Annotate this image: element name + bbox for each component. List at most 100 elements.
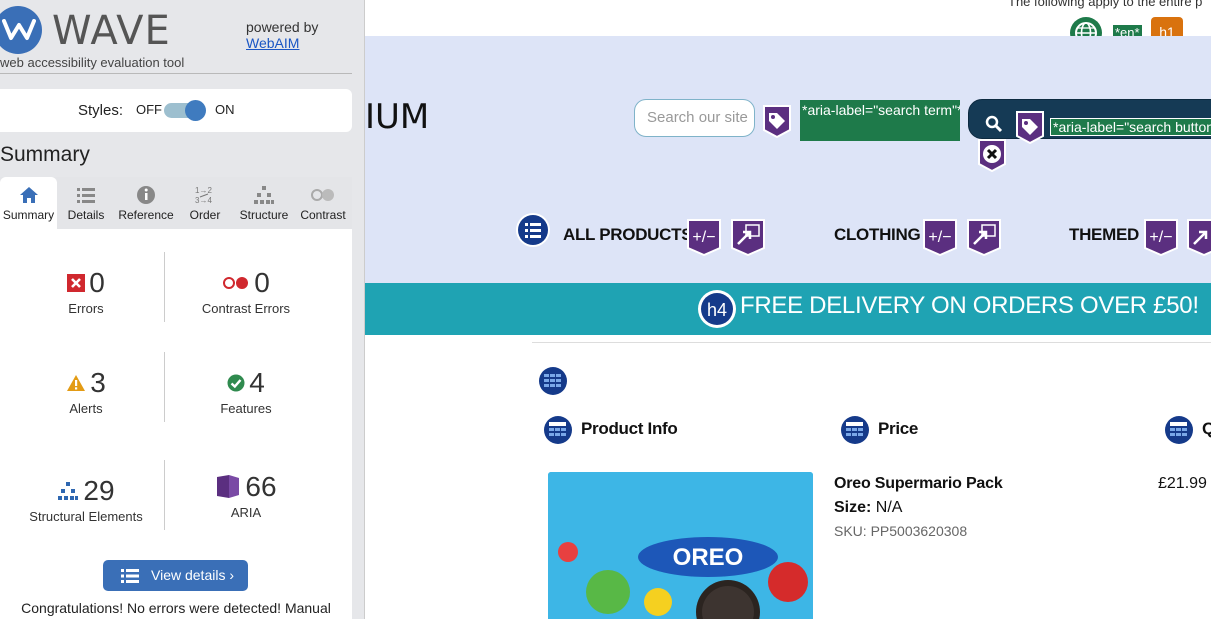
wave-title: WAVE bbox=[52, 8, 171, 54]
errors-label: Errors bbox=[68, 301, 104, 316]
aria-label: ARIA bbox=[230, 505, 262, 520]
aria-expanded-icon[interactable]: +/− bbox=[686, 218, 722, 261]
structural-count: 29 bbox=[83, 475, 115, 506]
tab-summary[interactable]: Summary bbox=[0, 177, 57, 229]
list-structure-icon[interactable] bbox=[514, 211, 552, 254]
product-size-value: N/A bbox=[875, 499, 903, 516]
tab-label: Details bbox=[67, 208, 105, 222]
stat-aria[interactable]: 66 ARIA bbox=[166, 471, 326, 520]
tab-reference[interactable]: Reference bbox=[114, 177, 178, 229]
styles-label: Styles: bbox=[78, 102, 124, 119]
tab-contrast[interactable]: Contrast bbox=[294, 177, 352, 229]
styles-on-label: ON bbox=[215, 102, 235, 117]
aria-icon bbox=[217, 475, 240, 498]
styles-toggle-knob[interactable] bbox=[185, 100, 206, 121]
search-input[interactable]: Search our site bbox=[634, 99, 755, 137]
product-image[interactable]: OREO bbox=[548, 472, 813, 619]
tab-label: Reference bbox=[118, 208, 174, 222]
svg-text:3→4: 3→4 bbox=[195, 196, 212, 205]
oreo-logo-text: OREO bbox=[673, 544, 744, 571]
stat-structural-elements[interactable]: 29 Structural Elements bbox=[6, 475, 166, 524]
aria-popup-icon[interactable] bbox=[730, 218, 766, 261]
svg-text:1→2: 1→2 bbox=[195, 186, 212, 195]
styles-off-label: OFF bbox=[136, 102, 162, 117]
site-logo[interactable]: IUM bbox=[365, 97, 429, 137]
delivery-text: FREE DELIVERY ON ORDERS OVER £50! bbox=[740, 292, 1199, 319]
svg-text:+/−: +/− bbox=[1149, 229, 1172, 246]
powered-by: powered by WebAIM bbox=[246, 19, 318, 51]
feature-check-icon bbox=[227, 374, 245, 392]
table-header-icon[interactable] bbox=[1162, 413, 1196, 452]
congrats-message: Congratulations! No errors were detected… bbox=[21, 600, 331, 616]
aria-label-search-button: *aria-label="search button"* bbox=[1050, 118, 1211, 136]
stat-alerts[interactable]: 3 Alerts bbox=[6, 367, 166, 416]
column-header-quantity: Q bbox=[1202, 419, 1211, 438]
alerts-label: Alerts bbox=[69, 401, 103, 416]
table-header-icon[interactable] bbox=[838, 413, 872, 452]
tab-structure[interactable]: Structure bbox=[234, 177, 294, 229]
aria-hidden-icon[interactable] bbox=[975, 138, 1009, 177]
wave-sidebar: WAVE web accessibility evaluation tool p… bbox=[0, 0, 365, 619]
contrast-error-icon bbox=[223, 277, 249, 289]
aria-popup-icon[interactable] bbox=[966, 218, 1002, 261]
site-header bbox=[365, 36, 1211, 283]
column-header-product-info: Product Info bbox=[581, 419, 678, 438]
table-header-icon[interactable] bbox=[541, 413, 575, 452]
powered-by-text: powered by bbox=[246, 19, 319, 35]
divider bbox=[0, 73, 352, 74]
tab-details[interactable]: Details bbox=[58, 177, 114, 229]
product-price: £21.99 bbox=[1158, 475, 1207, 492]
alerts-count: 3 bbox=[90, 367, 106, 398]
svg-text:h4: h4 bbox=[707, 300, 727, 320]
features-label: Features bbox=[220, 401, 272, 416]
features-count: 4 bbox=[249, 367, 265, 398]
tab-order[interactable]: 1→2 3→4 Order bbox=[178, 177, 232, 229]
divider bbox=[532, 342, 1211, 343]
wave-tabs: Summary Details Reference 1→2 3→4 Order S… bbox=[0, 177, 352, 229]
nav-clothing[interactable]: CLOTHING bbox=[834, 225, 921, 245]
contrast-errors-label: Contrast Errors bbox=[201, 301, 291, 316]
aria-tag-icon[interactable] bbox=[1013, 110, 1047, 149]
product-size: Size: N/A bbox=[834, 499, 902, 517]
aria-expanded-icon[interactable]: +/− bbox=[922, 218, 958, 261]
tab-label: Structure bbox=[239, 208, 289, 222]
table-icon[interactable] bbox=[536, 364, 570, 403]
list-icon bbox=[77, 188, 95, 203]
svg-text:+/−: +/− bbox=[692, 229, 715, 246]
column-header-price: Price bbox=[878, 419, 919, 438]
alert-icon bbox=[67, 375, 86, 391]
contrast-errors-count: 0 bbox=[254, 267, 270, 298]
nav-all-products[interactable]: ALL PRODUCTS bbox=[563, 225, 693, 245]
panel-title: Summary bbox=[0, 143, 90, 166]
stat-errors[interactable]: 0 Errors bbox=[6, 267, 166, 316]
svg-text:+/−: +/− bbox=[928, 229, 951, 246]
home-icon bbox=[19, 187, 38, 203]
tab-label: Contrast bbox=[300, 208, 346, 222]
structure-icon bbox=[58, 482, 79, 500]
product-sku: SKU: PP5003620308 bbox=[834, 523, 968, 539]
product-name[interactable]: Oreo Supermario Pack bbox=[834, 475, 1003, 493]
tab-label: Summary bbox=[2, 208, 55, 222]
stat-contrast-errors[interactable]: 0 Contrast Errors bbox=[166, 267, 326, 316]
view-details-button[interactable]: View details › bbox=[103, 560, 248, 591]
stat-features[interactable]: 4 Features bbox=[166, 367, 326, 416]
nav-themed[interactable]: THEMED bbox=[1069, 225, 1139, 245]
page-note: The following apply to the entire p bbox=[1008, 0, 1203, 9]
list-icon bbox=[121, 569, 139, 583]
wave-logo-icon bbox=[0, 6, 42, 54]
aria-label-search-term: *aria-label="search term"* bbox=[800, 100, 960, 141]
aria-popup-icon[interactable] bbox=[1186, 218, 1211, 261]
summary-panel: 0 Errors 0 Contrast Errors 3 Alerts 4 Fe… bbox=[0, 229, 352, 619]
tab-label: Order bbox=[189, 208, 221, 222]
webaim-link[interactable]: WebAIM bbox=[246, 35, 318, 51]
info-icon bbox=[137, 186, 155, 204]
error-icon bbox=[67, 274, 86, 292]
styles-toggle-box: Styles: OFF ON bbox=[0, 89, 352, 132]
h4-heading-icon[interactable]: h4 bbox=[697, 289, 737, 334]
aria-tag-icon[interactable] bbox=[760, 104, 794, 143]
errors-count: 0 bbox=[89, 267, 105, 298]
aria-expanded-icon[interactable]: +/− bbox=[1143, 218, 1179, 261]
product-size-label: Size: bbox=[834, 499, 872, 516]
structure-icon bbox=[254, 186, 274, 204]
view-details-label: View details › bbox=[151, 567, 235, 583]
